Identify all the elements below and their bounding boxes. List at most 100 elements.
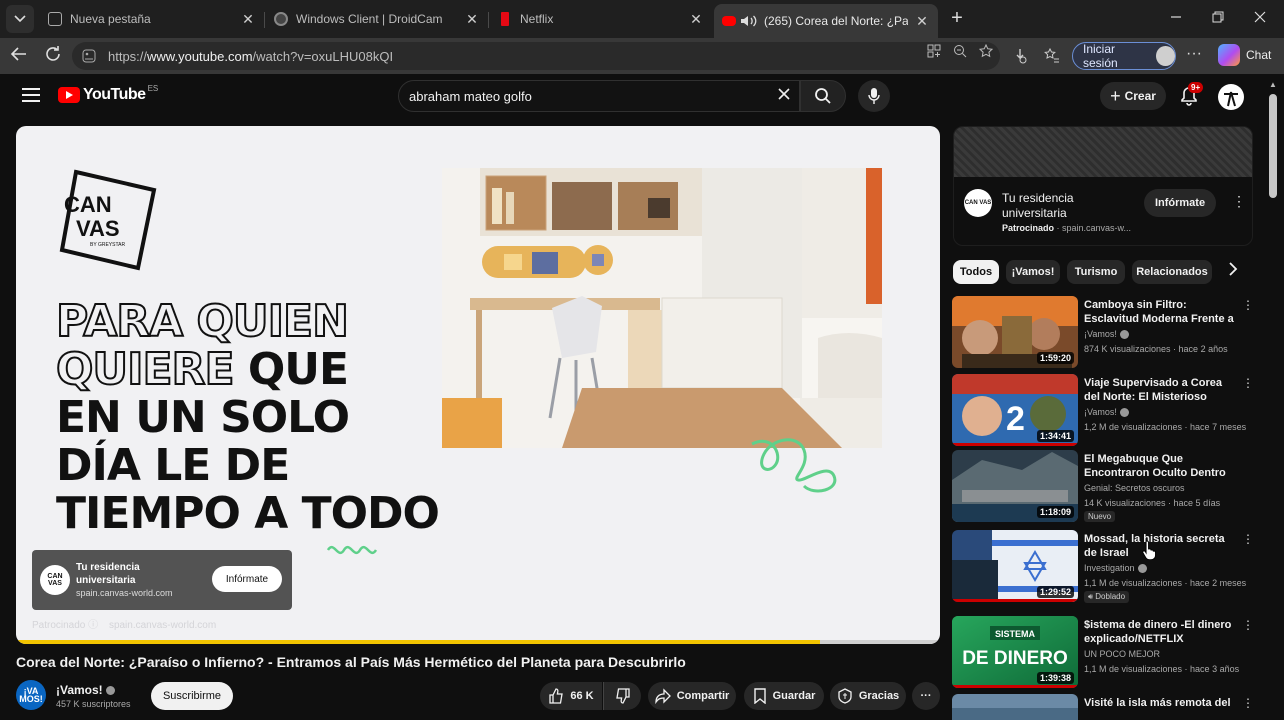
more-vertical-icon[interactable]: ⋮: [1232, 193, 1246, 210]
close-tab-icon[interactable]: ✕: [914, 13, 930, 30]
reload-icon[interactable]: [42, 45, 64, 67]
tab-youtube-active[interactable]: (265) Corea del Norte: ¿Paraíso ✕: [714, 4, 938, 38]
video-thumbnail[interactable]: [952, 694, 1078, 720]
tab-divider: [264, 12, 265, 28]
channel-avatar[interactable]: ¡VA MOS!: [16, 680, 46, 710]
back-arrow-icon[interactable]: [8, 45, 30, 67]
tab-new-tab[interactable]: Nueva pestaña ✕: [40, 4, 264, 34]
search-input[interactable]: abraham mateo golfo: [398, 80, 800, 112]
video-meta: 14 K visualizaciones · hace 5 días: [1084, 498, 1221, 508]
video-thumbnail[interactable]: 2 1:34:41: [952, 374, 1078, 446]
close-tab-icon[interactable]: ✕: [240, 11, 256, 28]
sidebar-ad-learn-more-button[interactable]: Infórmate: [1144, 189, 1216, 217]
browser-essentials-icon[interactable]: [1012, 48, 1028, 64]
channel-line: ¡Vamos!: [1084, 329, 1129, 340]
address-bar[interactable]: https://www.youtube.com/watch?v=oxuLHU08…: [72, 42, 1000, 70]
video-thumbnail[interactable]: 1:29:52: [952, 530, 1078, 602]
channel-name: ¡Vamos!: [1084, 329, 1117, 339]
favorite-star-icon[interactable]: [978, 43, 994, 60]
channel-name[interactable]: ¡Vamos!: [56, 683, 115, 697]
copilot-chat-button[interactable]: Chat: [1218, 44, 1271, 66]
channel-name-text: ¡Vamos!: [56, 683, 103, 697]
dubbed-label: Doblado: [1095, 592, 1126, 601]
youtube-logo[interactable]: YouTube ES: [58, 84, 158, 104]
search-button[interactable]: [800, 80, 846, 112]
clear-search-icon[interactable]: [778, 86, 790, 106]
related-video-item[interactable]: Visité la isla más remota del ⋮: [952, 694, 1254, 720]
chip-relacionados[interactable]: Relacionados: [1132, 260, 1212, 284]
tab-actions-menu-button[interactable]: [6, 5, 34, 33]
related-video-item[interactable]: 1:59:20 Camboya sin Filtro: Esclavitud M…: [952, 296, 1254, 370]
notification-count-badge: 9+: [1188, 82, 1204, 93]
more-actions-button[interactable]: ···: [912, 682, 940, 710]
restore-window-icon[interactable]: [1208, 8, 1228, 28]
related-video-item[interactable]: SISTEMA DE DINERO 1:39:38 $istema de dine…: [952, 616, 1254, 690]
droidcam-favicon-icon: [274, 12, 288, 26]
more-vertical-icon[interactable]: ⋮: [1242, 532, 1254, 546]
tab-title: Netflix: [520, 12, 554, 26]
more-vertical-icon[interactable]: ⋮: [1242, 696, 1254, 710]
save-button[interactable]: Guardar: [744, 682, 824, 710]
subscribe-button[interactable]: Suscribirme: [151, 682, 233, 710]
more-vertical-icon[interactable]: ⋮: [1242, 618, 1254, 632]
dubbed-badge: 🔊︎ Doblado: [1084, 591, 1130, 603]
video-thumbnail[interactable]: 1:18:09: [952, 450, 1078, 522]
ad-progress-bar[interactable]: [16, 640, 940, 644]
related-video-item[interactable]: 1:29:52 Mossad, la historia secreta de I…: [952, 530, 1254, 604]
more-vertical-icon[interactable]: ⋮: [1242, 298, 1254, 312]
video-player[interactable]: CAN VAS BY GREYSTAR PARA QUIEN QUIERE QU…: [16, 126, 940, 644]
speaker-audio-icon[interactable]: [740, 14, 758, 28]
related-video-item[interactable]: 1:18:09 El Megabuque Que Encontraron Ocu…: [952, 450, 1248, 524]
youtube-masthead: YouTube ES abraham mateo golfo + Crear 9…: [0, 74, 1264, 118]
chip-turismo[interactable]: Turismo: [1067, 260, 1125, 284]
thumbnail-text-1: SISTEMA: [995, 629, 1036, 639]
scrollbar-thumb[interactable]: [1269, 94, 1277, 198]
new-tab-button[interactable]: +: [946, 8, 968, 30]
channel-name: ¡Vamos!: [1084, 407, 1117, 417]
hamburger-menu-icon[interactable]: [22, 88, 40, 102]
video-duration: 1:29:52: [1036, 586, 1074, 598]
sidebar-ad-card[interactable]: CAN VAS Tu residencia universitaria Patr…: [953, 126, 1253, 246]
sign-in-label: Iniciar sesión: [1083, 42, 1118, 70]
favorites-collection-icon[interactable]: [1044, 47, 1060, 64]
verified-badge-icon: [105, 686, 115, 696]
ad-learn-more-button[interactable]: Infórmate: [212, 566, 282, 592]
voice-search-button[interactable]: [858, 80, 890, 112]
tab-netflix[interactable]: Netflix ✕: [490, 4, 712, 34]
tab-droidcam[interactable]: Windows Client | DroidCam ✕: [266, 4, 488, 34]
logo-text-line-3: BY GREYSTAR: [90, 242, 125, 248]
ad-banner-image: [954, 127, 1252, 177]
dislike-button[interactable]: [603, 682, 641, 710]
zoom-icon[interactable]: [952, 44, 968, 60]
chip-all[interactable]: Todos: [953, 260, 999, 284]
video-title: Corea del Norte: ¿Paraíso o Infierno? - …: [16, 654, 686, 670]
sidebar-ad-title: Tu residencia universitaria: [1002, 191, 1074, 220]
create-button[interactable]: + Crear: [1100, 82, 1166, 110]
thanks-button[interactable]: Gracias: [830, 682, 906, 710]
share-button[interactable]: Compartir: [648, 682, 736, 710]
sidebar-ad-logo: CAN VAS: [964, 189, 992, 217]
page-scrollbar[interactable]: ▲: [1264, 74, 1284, 720]
site-info-icon[interactable]: [82, 49, 96, 63]
like-button[interactable]: 66 K: [540, 682, 602, 710]
video-thumbnail[interactable]: 1:59:20: [952, 296, 1078, 368]
verified-badge-icon: [1119, 408, 1129, 418]
chevron-right-icon[interactable]: [1228, 262, 1238, 281]
video-thumbnail[interactable]: SISTEMA DE DINERO 1:39:38: [952, 616, 1078, 688]
youtube-play-logo-icon: [58, 87, 80, 103]
close-window-icon[interactable]: [1250, 8, 1270, 28]
close-tab-icon[interactable]: ✕: [464, 11, 480, 28]
browser-more-menu-button[interactable]: ···: [1186, 45, 1202, 63]
info-icon[interactable]: ⓘ: [88, 620, 98, 631]
sign-in-button[interactable]: Iniciar sesión: [1072, 42, 1176, 70]
more-vertical-icon[interactable]: ⋮: [1242, 376, 1254, 390]
related-video-item[interactable]: 2 1:34:41 Viaje Supervisado a Corea del …: [952, 374, 1254, 448]
scroll-up-arrow-icon[interactable]: ▲: [1269, 80, 1277, 89]
minimize-window-icon[interactable]: [1166, 8, 1186, 28]
ad-overlay-card[interactable]: CAN VAS Tu residencia universitaria spain…: [32, 550, 292, 610]
close-tab-icon[interactable]: ✕: [688, 11, 704, 28]
account-avatar[interactable]: [1218, 84, 1244, 110]
chip-vamos[interactable]: ¡Vamos!: [1006, 260, 1060, 284]
copilot-logo-icon: [1218, 44, 1240, 66]
app-available-icon[interactable]: [926, 44, 942, 60]
